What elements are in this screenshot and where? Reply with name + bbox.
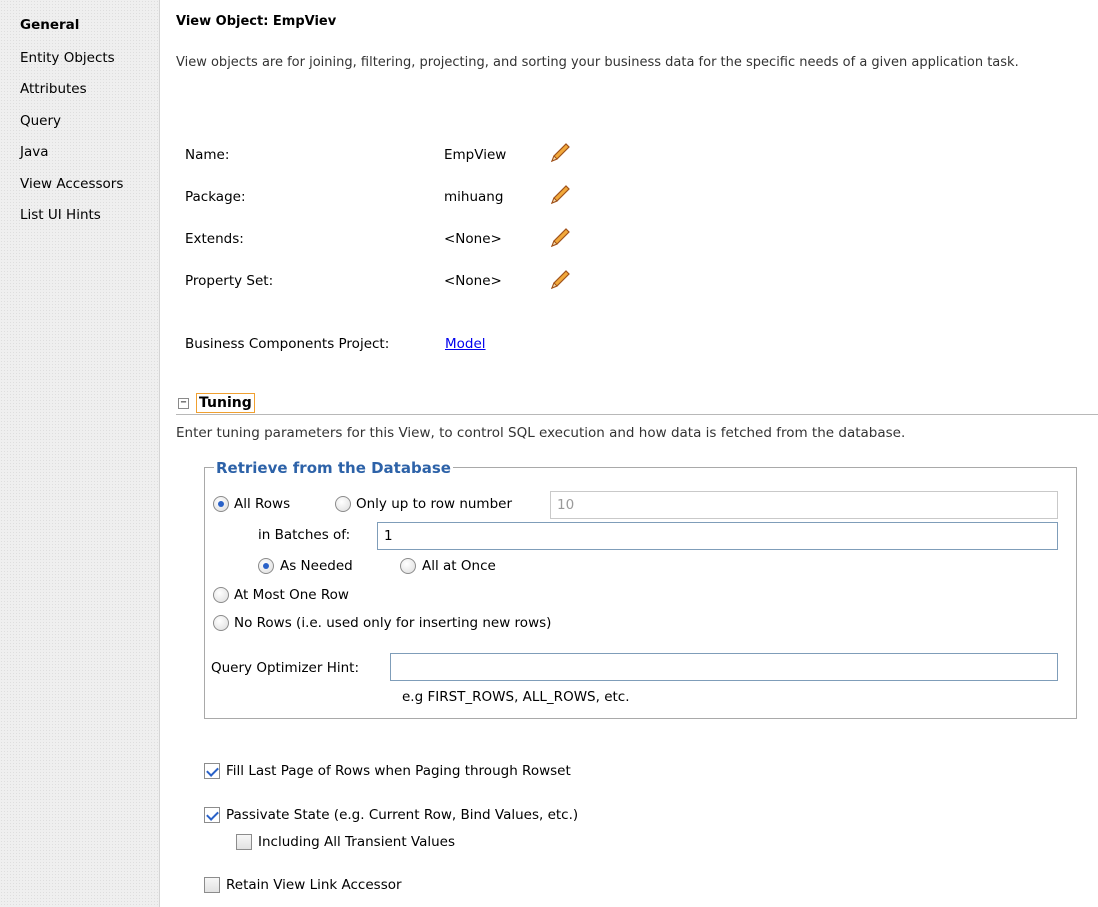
project-model-link[interactable]: Model	[445, 336, 486, 352]
only-up-to-label[interactable]: Only up to row number	[356, 496, 512, 512]
extends-label: Extends:	[185, 231, 244, 247]
fill-last-page-checkbox[interactable]	[204, 763, 220, 779]
at-most-one-row-label[interactable]: At Most One Row	[234, 587, 349, 603]
name-value: EmpView	[444, 147, 507, 163]
sidebar-item-attributes[interactable]: Attributes	[20, 78, 87, 100]
retain-view-link-label[interactable]: Retain View Link Accessor	[226, 877, 402, 893]
edit-package-pencil-icon[interactable]	[548, 183, 572, 207]
all-rows-radio[interactable]	[213, 496, 229, 512]
collapse-toggle-icon[interactable]: −	[178, 398, 189, 409]
sidebar-item-view-accessors[interactable]: View Accessors	[20, 173, 123, 195]
package-value: mihuang	[444, 189, 504, 205]
sidebar-item-general[interactable]: General	[20, 14, 79, 36]
package-label: Package:	[185, 189, 246, 205]
optimizer-hint-example: e.g FIRST_ROWS, ALL_ROWS, etc.	[402, 689, 630, 705]
property-set-label: Property Set:	[185, 273, 274, 289]
edit-extends-pencil-icon[interactable]	[548, 226, 572, 250]
transient-values-label[interactable]: Including All Transient Values	[258, 834, 455, 850]
all-at-once-radio[interactable]	[400, 558, 416, 574]
retain-view-link-checkbox[interactable]	[204, 877, 220, 893]
page-description: View objects are for joining, filtering,…	[176, 55, 1019, 70]
page-title: View Object: EmpViev	[176, 14, 337, 29]
as-needed-radio[interactable]	[258, 558, 274, 574]
optimizer-hint-label: Query Optimizer Hint:	[211, 660, 359, 676]
passivate-state-checkbox[interactable]	[204, 807, 220, 823]
no-rows-radio[interactable]	[213, 615, 229, 631]
sidebar-item-list-ui-hints[interactable]: List UI Hints	[20, 204, 101, 226]
sidebar-nav: General Entity Objects Attributes Query …	[0, 0, 160, 907]
edit-property-set-pencil-icon[interactable]	[548, 268, 572, 292]
edit-name-pencil-icon[interactable]	[548, 141, 572, 165]
fill-last-page-label[interactable]: Fill Last Page of Rows when Paging throu…	[226, 763, 571, 779]
as-needed-label[interactable]: As Needed	[280, 558, 353, 574]
sidebar-item-java[interactable]: Java	[20, 141, 49, 163]
only-up-to-radio[interactable]	[335, 496, 351, 512]
name-label: Name:	[185, 147, 230, 163]
tuning-section-title[interactable]: Tuning	[196, 393, 255, 413]
sidebar-item-query[interactable]: Query	[20, 110, 61, 132]
project-label: Business Components Project:	[185, 336, 390, 352]
row-number-input[interactable]	[550, 491, 1058, 519]
transient-values-checkbox[interactable]	[236, 834, 252, 850]
tuning-description: Enter tuning parameters for this View, t…	[176, 425, 906, 441]
passivate-state-label[interactable]: Passivate State (e.g. Current Row, Bind …	[226, 807, 578, 823]
optimizer-hint-input[interactable]	[390, 653, 1058, 681]
at-most-one-row-radio[interactable]	[213, 587, 229, 603]
property-set-value: <None>	[444, 273, 502, 289]
tuning-section-header: − Tuning	[176, 393, 1098, 415]
sidebar-item-entity-objects[interactable]: Entity Objects	[20, 47, 115, 69]
all-rows-label[interactable]: All Rows	[234, 496, 290, 512]
extends-value: <None>	[444, 231, 502, 247]
batches-input[interactable]	[377, 522, 1058, 550]
no-rows-label[interactable]: No Rows (i.e. used only for inserting ne…	[234, 615, 551, 631]
retrieve-legend: Retrieve from the Database	[214, 459, 453, 477]
all-at-once-label[interactable]: All at Once	[422, 558, 496, 574]
batches-label: in Batches of:	[258, 527, 351, 543]
